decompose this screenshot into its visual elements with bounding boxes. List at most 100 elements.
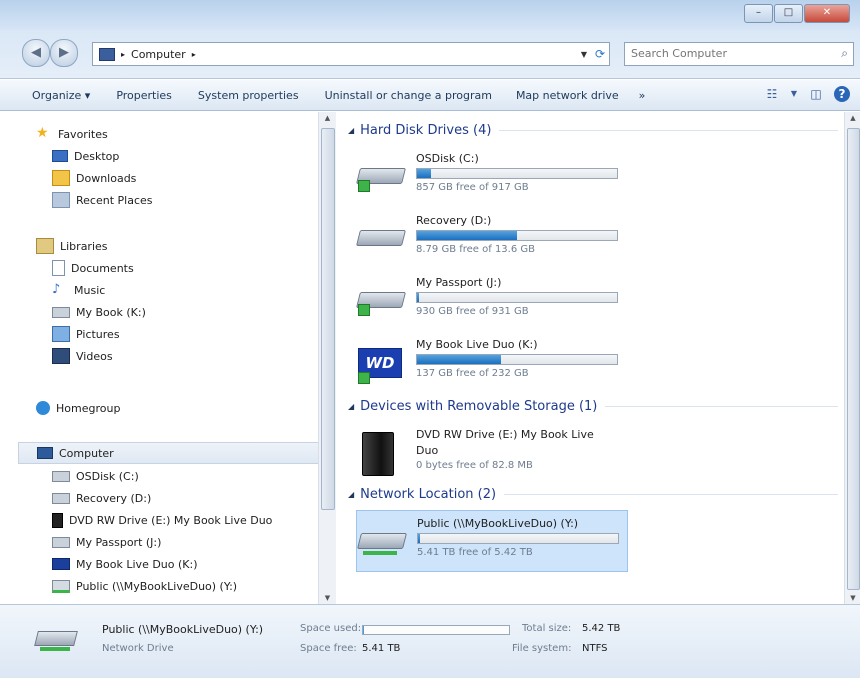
properties-button[interactable]: Properties	[106, 89, 182, 102]
drive-item[interactable]: My Passport (J:) 930 GB free of 931 GB	[356, 270, 626, 330]
scroll-up-arrow-icon[interactable]: ▲	[319, 114, 336, 122]
scroll-down-arrow-icon[interactable]: ▼	[319, 594, 336, 602]
drive-item[interactable]: WD My Book Live Duo (K:) 137 GB free of …	[356, 332, 626, 392]
address-history-dropdown-icon[interactable]: ▼	[581, 50, 587, 59]
drive-icon	[52, 306, 70, 318]
content-scrollbar[interactable]: ▲ ▼	[844, 112, 860, 604]
network-drive-icon	[52, 579, 70, 593]
back-arrow-icon: ◀	[31, 45, 41, 60]
drive-icon	[52, 536, 70, 548]
group-network-location[interactable]: ◢ Network Location (2)	[348, 484, 838, 504]
group-removable-storage[interactable]: ◢ Devices with Removable Storage (1)	[348, 396, 838, 416]
pictures-icon	[52, 326, 70, 342]
drive-usage-fill	[417, 169, 431, 178]
network-drive-icon	[357, 521, 407, 561]
nav-libraries[interactable]: Libraries	[36, 236, 108, 256]
collapse-triangle-icon[interactable]: ◢	[348, 490, 354, 499]
drive-name: OSDisk (C:)	[416, 152, 479, 165]
help-icon[interactable]: ?	[834, 86, 850, 102]
drive-name: My Passport (J:)	[416, 276, 502, 289]
nav-videos[interactable]: Videos	[52, 346, 113, 366]
drive-usage-bar	[416, 292, 618, 303]
drive-item[interactable]: Recovery (D:) 8.79 GB free of 13.6 GB	[356, 208, 626, 268]
nav-dvd-label: DVD RW Drive (E:) My Book Live Duo	[69, 513, 273, 527]
collapse-triangle-icon[interactable]: ◢	[348, 126, 354, 135]
back-button[interactable]: ◀	[22, 39, 50, 67]
search-input[interactable]	[625, 43, 827, 63]
nav-computer-label: Computer	[59, 446, 114, 460]
nav-my-book[interactable]: My Book (K:)	[52, 302, 146, 322]
close-button[interactable]: ✕	[804, 4, 850, 23]
content-pane: ◢ Hard Disk Drives (4) OSDisk (C:) 857 G…	[344, 112, 844, 604]
scroll-down-arrow-icon[interactable]: ▼	[845, 594, 860, 602]
nav-my-book-live-duo[interactable]: My Book Live Duo (K:)	[52, 554, 198, 574]
nav-pane-scrollbar[interactable]: ▲ ▼	[318, 112, 336, 604]
file-system-label: File system:	[512, 643, 572, 654]
details-drive-type: Network Drive	[102, 643, 174, 654]
change-view-icon[interactable]: ☷	[764, 86, 780, 102]
nav-favorites[interactable]: ★ Favorites	[36, 124, 108, 144]
minimize-button[interactable]: –	[744, 4, 773, 23]
nav-osdisk-label: OSDisk (C:)	[76, 469, 139, 483]
network-drive-item[interactable]: Public (\\MyBookLiveDuo) (Y:) 5.41 TB fr…	[356, 510, 628, 572]
breadcrumb-computer[interactable]: Computer	[131, 48, 186, 61]
drive-usage-bar	[416, 230, 618, 241]
collapse-triangle-icon[interactable]: ◢	[348, 402, 354, 411]
nav-videos-label: Videos	[76, 349, 113, 363]
nav-scroll-thumb[interactable]	[321, 128, 335, 510]
space-used-bar	[362, 625, 510, 635]
search-icon[interactable]: ⌕	[841, 46, 848, 61]
refresh-icon[interactable]: ⟳	[595, 47, 605, 61]
nav-downloads[interactable]: Downloads	[52, 168, 136, 188]
navigation-pane: ★ Favorites Desktop Downloads Recent Plac…	[10, 112, 336, 604]
search-box[interactable]: ⌕	[624, 42, 854, 66]
group-title: Hard Disk Drives (4)	[360, 122, 492, 138]
maximize-button[interactable]: □	[774, 4, 803, 23]
network-drive-icon	[34, 623, 80, 663]
more-commands-button[interactable]: »	[629, 89, 656, 102]
window-controls: – □ ✕	[743, 4, 850, 23]
drive-icon	[52, 492, 70, 504]
drive-usage-fill	[417, 293, 419, 302]
nav-desktop[interactable]: Desktop	[52, 146, 119, 166]
forward-button[interactable]: ▶	[50, 39, 78, 67]
nav-pictures-label: Pictures	[76, 327, 120, 341]
scroll-up-arrow-icon[interactable]: ▲	[845, 114, 860, 122]
nav-recovery[interactable]: Recovery (D:)	[52, 488, 151, 508]
view-options-dropdown-icon[interactable]: ▼	[790, 86, 798, 102]
nav-osdisk[interactable]: OSDisk (C:)	[52, 466, 139, 486]
nav-recent-places[interactable]: Recent Places	[52, 190, 153, 210]
content-scroll-thumb[interactable]	[847, 128, 860, 590]
nav-libraries-label: Libraries	[60, 239, 108, 253]
drive-item[interactable]: OSDisk (C:) 857 GB free of 917 GB	[356, 146, 626, 206]
system-drive-icon	[52, 470, 70, 482]
drive-usage-bar	[416, 354, 618, 365]
nav-music[interactable]: ♪ Music	[52, 280, 105, 300]
address-bar[interactable]: ▸ Computer ▸ ▼ ⟳	[92, 42, 610, 66]
videos-icon	[52, 348, 70, 364]
nav-documents[interactable]: Documents	[52, 258, 134, 278]
dvd-drive-item[interactable]: DVD RW Drive (E:) My Book Live Duo 0 byt…	[356, 422, 626, 480]
organize-menu-button[interactable]: Organize ▾	[22, 89, 100, 102]
nav-dvd-drive[interactable]: DVD RW Drive (E:) My Book Live Duo	[52, 510, 272, 530]
total-size-value: 5.42 TB	[582, 623, 621, 634]
nav-my-passport[interactable]: My Passport (J:)	[52, 532, 161, 552]
nav-computer[interactable]: Computer	[18, 442, 336, 464]
map-network-drive-button[interactable]: Map network drive	[506, 89, 629, 102]
nav-pictures[interactable]: Pictures	[52, 324, 120, 344]
nav-homegroup[interactable]: Homegroup	[36, 398, 120, 418]
nav-downloads-label: Downloads	[76, 171, 137, 185]
group-hard-disk-drives[interactable]: ◢ Hard Disk Drives (4)	[348, 120, 838, 140]
group-title: Devices with Removable Storage (1)	[360, 398, 598, 414]
uninstall-program-button[interactable]: Uninstall or change a program	[315, 89, 502, 102]
dvd-drive-icon	[356, 432, 406, 476]
group-divider	[605, 405, 838, 407]
command-bar: Organize ▾ Properties System properties …	[0, 80, 860, 111]
nav-public-network[interactable]: Public (\\MyBookLiveDuo) (Y:)	[52, 576, 237, 596]
nav-favorites-label: Favorites	[58, 127, 108, 141]
breadcrumb-separator-icon[interactable]: ▸	[121, 50, 125, 59]
preview-pane-icon[interactable]: ◫	[808, 86, 824, 102]
space-used-fill	[363, 626, 365, 634]
breadcrumb-chevron-icon[interactable]: ▸	[192, 50, 196, 59]
system-properties-button[interactable]: System properties	[188, 89, 309, 102]
